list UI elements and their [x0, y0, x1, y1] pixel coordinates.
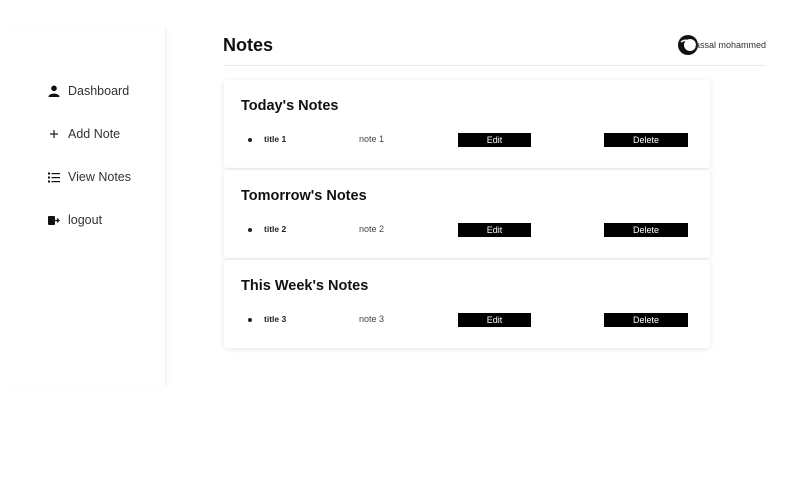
list-item: title 1 note 1 Edit Delete — [224, 133, 710, 147]
list-item: title 3 note 3 Edit Delete — [224, 313, 710, 327]
notes-section-tomorrow: Tomorrow's Notes title 2 note 2 Edit Del… — [224, 170, 710, 258]
header: Notes assal mohammed — [223, 28, 766, 66]
bullet-icon — [248, 138, 252, 142]
user-icon — [47, 85, 60, 98]
list-item: title 2 note 2 Edit Delete — [224, 223, 710, 237]
list-icon — [47, 171, 60, 184]
sidebar: Dashboard Add Note View Notes logout — [0, 28, 166, 386]
sidebar-item-dashboard[interactable]: Dashboard — [47, 84, 129, 98]
section-title: Tomorrow's Notes — [241, 188, 367, 204]
note-title: title 3 — [264, 314, 287, 324]
delete-button[interactable]: Delete — [604, 133, 688, 147]
note-title: title 1 — [264, 134, 287, 144]
section-title: Today's Notes — [241, 98, 339, 114]
sidebar-item-label: logout — [68, 213, 103, 227]
note-body: note 1 — [359, 134, 385, 144]
note-body: note 2 — [359, 224, 385, 234]
bullet-icon — [248, 228, 252, 232]
page-title: Notes — [223, 35, 274, 55]
plus-icon — [47, 128, 60, 141]
edit-button[interactable]: Edit — [458, 313, 531, 327]
sidebar-item-label: Dashboard — [68, 84, 130, 98]
sidebar-item-view-notes[interactable]: View Notes — [47, 170, 131, 184]
note-body: note 3 — [359, 314, 385, 324]
delete-button[interactable]: Delete — [604, 313, 688, 327]
delete-button[interactable]: Delete — [604, 223, 688, 237]
sidebar-item-add-note[interactable]: Add Note — [47, 127, 120, 141]
edit-button[interactable]: Edit — [458, 223, 531, 237]
note-title: title 2 — [264, 224, 287, 234]
edit-button[interactable]: Edit — [458, 133, 531, 147]
sidebar-item-logout[interactable]: logout — [47, 213, 102, 227]
notes-section-today: Today's Notes title 1 note 1 Edit Delete — [224, 80, 710, 168]
user-name: assal mohammed — [694, 40, 766, 50]
user-profile[interactable]: assal mohammed — [677, 34, 766, 56]
notes-section-this-week: This Week's Notes title 3 note 3 Edit De… — [224, 260, 710, 348]
section-title: This Week's Notes — [241, 278, 369, 294]
sidebar-item-label: Add Note — [68, 127, 121, 141]
logout-icon — [47, 214, 60, 227]
sidebar-item-label: View Notes — [68, 170, 131, 184]
bullet-icon — [248, 318, 252, 322]
